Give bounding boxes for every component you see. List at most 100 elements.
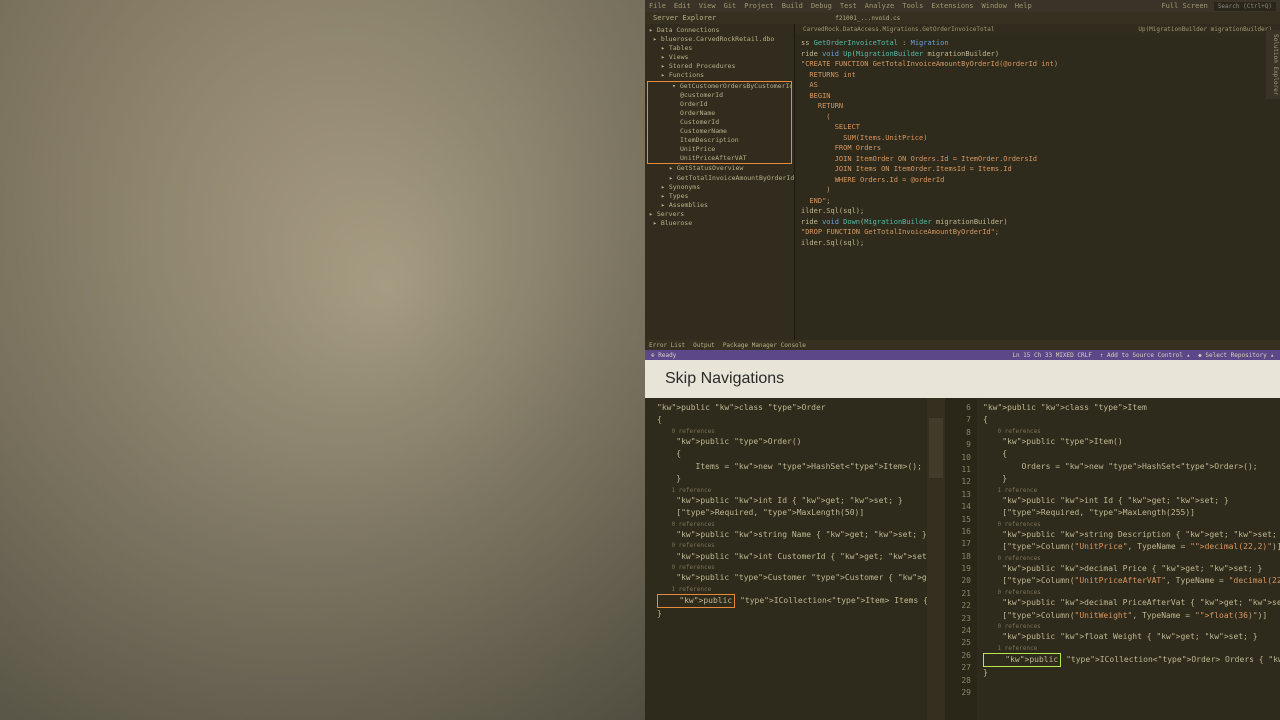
fullscreen-button[interactable]: Full Screen bbox=[1161, 2, 1207, 10]
tree-node[interactable]: CustomerId bbox=[648, 118, 791, 127]
code-line: "kw">public "kw">int CustomerId { "kw">g… bbox=[657, 551, 939, 563]
tree-node[interactable]: OrderId bbox=[648, 100, 791, 109]
code-line: 0 references bbox=[983, 622, 1274, 631]
code-line: ["type">Column("UnitPriceAfterVAT", Type… bbox=[983, 575, 1274, 587]
code-line: SELECT bbox=[801, 122, 1274, 133]
code-line: ["type">Column("UnitPrice", TypeName = "… bbox=[983, 541, 1274, 553]
code-line: 0 references bbox=[983, 554, 1274, 563]
menu-window[interactable]: Window bbox=[982, 2, 1007, 10]
code-line: ( bbox=[801, 112, 1274, 123]
menu-project[interactable]: Project bbox=[744, 2, 774, 10]
tree-node[interactable]: OrderName bbox=[648, 109, 791, 118]
menu-tools[interactable]: Tools bbox=[902, 2, 923, 10]
breadcrumb-namespace[interactable]: CarvedRock.DataAccess.Migrations.GetOrde… bbox=[799, 26, 998, 33]
bottom-tool-tabs: Error List Output Package Manager Console bbox=[645, 340, 1280, 350]
code-line: "kw">public "kw">string Name { "kw">get;… bbox=[657, 529, 939, 541]
code-line: AS bbox=[801, 80, 1274, 91]
breadcrumb-method[interactable]: Up(MigrationBuilder migrationBuilder) bbox=[1134, 26, 1276, 33]
tree-node[interactable]: CustomerName bbox=[648, 127, 791, 136]
code-line: 0 references bbox=[983, 588, 1274, 597]
menu-view[interactable]: View bbox=[699, 2, 716, 10]
code-line: 0 references bbox=[983, 427, 1274, 436]
code-line: WHERE Orders.Id = @orderId bbox=[801, 175, 1274, 186]
scrollbar[interactable] bbox=[927, 398, 945, 720]
tree-node[interactable]: ▸ Types bbox=[645, 192, 794, 201]
tree-node[interactable]: ▸ GetStatusOverview bbox=[645, 164, 794, 173]
code-line: "kw">public "kw">string Description { "k… bbox=[983, 529, 1274, 541]
tree-node[interactable]: UnitPriceAfterVAT bbox=[648, 154, 791, 163]
highlighted-function: ▾ GetCustomerOrdersByCustomerId @custome… bbox=[647, 81, 792, 165]
code-line: JOIN Items ON ItemOrder.ItemsId = Items.… bbox=[801, 164, 1274, 175]
code-line: ["type">Required, "type">MaxLength(50)] bbox=[657, 507, 939, 519]
code-editor[interactable]: CarvedRock.DataAccess.Migrations.GetOrde… bbox=[795, 24, 1280, 340]
code-line: RETURN bbox=[801, 101, 1274, 112]
tree-node[interactable]: ▸ Data Connections bbox=[645, 26, 794, 35]
tree-node[interactable]: ItemDescription bbox=[648, 136, 791, 145]
code-line: "kw">public "kw">decimal PriceAfterVat {… bbox=[983, 597, 1274, 609]
slide-title: Skip Navigations bbox=[645, 360, 1280, 398]
code-line: 1 reference bbox=[983, 486, 1274, 495]
menu-extensions[interactable]: Extensions bbox=[931, 2, 973, 10]
bottom-tab[interactable]: Output bbox=[693, 342, 715, 349]
code-line: "kw">public "kw">decimal Price { "kw">ge… bbox=[983, 563, 1274, 575]
presenter-photo bbox=[0, 0, 645, 720]
code-line: 1 reference bbox=[983, 644, 1274, 653]
solution-explorer-tab[interactable]: Solution Explorer bbox=[1266, 30, 1280, 99]
menu-debug[interactable]: Debug bbox=[811, 2, 832, 10]
code-line: } bbox=[983, 667, 1274, 679]
menu-build[interactable]: Build bbox=[782, 2, 803, 10]
tree-node[interactable]: ▸ Servers bbox=[645, 210, 794, 219]
code-line: } bbox=[983, 473, 1274, 485]
document-tab[interactable]: f21001_...nvoid.cs bbox=[835, 15, 900, 22]
code-line: ["type">Column("UnitWeight", TypeName = … bbox=[983, 610, 1274, 622]
line-number-gutter: 6789101112131415161718192021222324252627… bbox=[945, 398, 977, 720]
select-repository[interactable]: ◆ Select Repository ▴ bbox=[1198, 352, 1274, 359]
breadcrumb[interactable]: CarvedRock.DataAccess.Migrations.GetOrde… bbox=[795, 24, 1280, 34]
code-line: { bbox=[657, 414, 939, 426]
code-line: "kw">public "type">ICollection<"type">It… bbox=[657, 594, 939, 608]
tree-node[interactable]: UnitPrice bbox=[648, 145, 791, 154]
tree-node[interactable]: ▸ Stored Procedures bbox=[645, 62, 794, 71]
tree-node[interactable]: ▸ bluerose.CarvedRockRetail.dbo bbox=[645, 35, 794, 44]
tree-node[interactable]: @customerId bbox=[648, 91, 791, 100]
bottom-tab[interactable]: Package Manager Console bbox=[723, 342, 806, 349]
order-class-code[interactable]: "kw">public "kw">class "type">Order{ 0 r… bbox=[645, 398, 945, 720]
add-to-source-control[interactable]: ↑ Add to Source Control ▴ bbox=[1100, 352, 1190, 359]
code-line: Orders = "kw">new "type">HashSet<"type">… bbox=[983, 461, 1274, 473]
tree-node[interactable]: ▸ Bluerose bbox=[645, 219, 794, 228]
item-class-code[interactable]: 6789101112131415161718192021222324252627… bbox=[945, 398, 1280, 720]
code-line: ilder.Sql(sql); bbox=[801, 206, 1274, 217]
code-line: BEGIN bbox=[801, 91, 1274, 102]
code-line: ride void Up(MigrationBuilder migrationB… bbox=[801, 49, 1274, 60]
code-line: "kw">public "type">Item() bbox=[983, 436, 1274, 448]
bottom-tab[interactable]: Error List bbox=[649, 342, 685, 349]
menu-analyze[interactable]: Analyze bbox=[865, 2, 895, 10]
menu-file[interactable]: File bbox=[649, 2, 666, 10]
code-line: RETURNS int bbox=[801, 70, 1274, 81]
code-line: "kw">public "kw">class "type">Item bbox=[983, 402, 1274, 414]
tree-node[interactable]: ▸ Synonyms bbox=[645, 183, 794, 192]
code-line: 0 references bbox=[983, 520, 1274, 529]
code-line: "kw">public "kw">int Id { "kw">get; "kw"… bbox=[657, 495, 939, 507]
toolbar: Server Explorer f21001_...nvoid.cs bbox=[645, 12, 1280, 24]
menu-git[interactable]: Git bbox=[724, 2, 737, 10]
code-line: ride void Down(MigrationBuilder migratio… bbox=[801, 217, 1274, 228]
code-line: "kw">public "kw">int Id { "kw">get; "kw"… bbox=[983, 495, 1274, 507]
code-line: 0 references bbox=[657, 520, 939, 529]
tree-node[interactable]: ▸ Assemblies bbox=[645, 201, 794, 210]
code-line: { bbox=[657, 448, 939, 460]
search-input[interactable]: Search (Ctrl+Q) bbox=[1214, 2, 1276, 11]
tree-node[interactable]: ▸ Functions bbox=[645, 71, 794, 80]
menu-test[interactable]: Test bbox=[840, 2, 857, 10]
code-line: "DROP FUNCTION GetTotalInvoiceAmountByOr… bbox=[801, 227, 1274, 238]
code-line: SUM(Items.UnitPrice) bbox=[801, 133, 1274, 144]
menu-edit[interactable]: Edit bbox=[674, 2, 691, 10]
code-line: 0 references bbox=[657, 563, 939, 572]
tree-node[interactable]: ▾ GetCustomerOrdersByCustomerId bbox=[648, 82, 791, 91]
tree-node[interactable]: ▸ Tables bbox=[645, 44, 794, 53]
code-line: } bbox=[657, 608, 939, 620]
menu-help[interactable]: Help bbox=[1015, 2, 1032, 10]
code-line: ss GetOrderInvoiceTotal : Migration bbox=[801, 38, 1274, 49]
tree-node[interactable]: ▸ GetTotalInvoiceAmountByOrderId bbox=[645, 174, 794, 183]
tree-node[interactable]: ▸ Views bbox=[645, 53, 794, 62]
